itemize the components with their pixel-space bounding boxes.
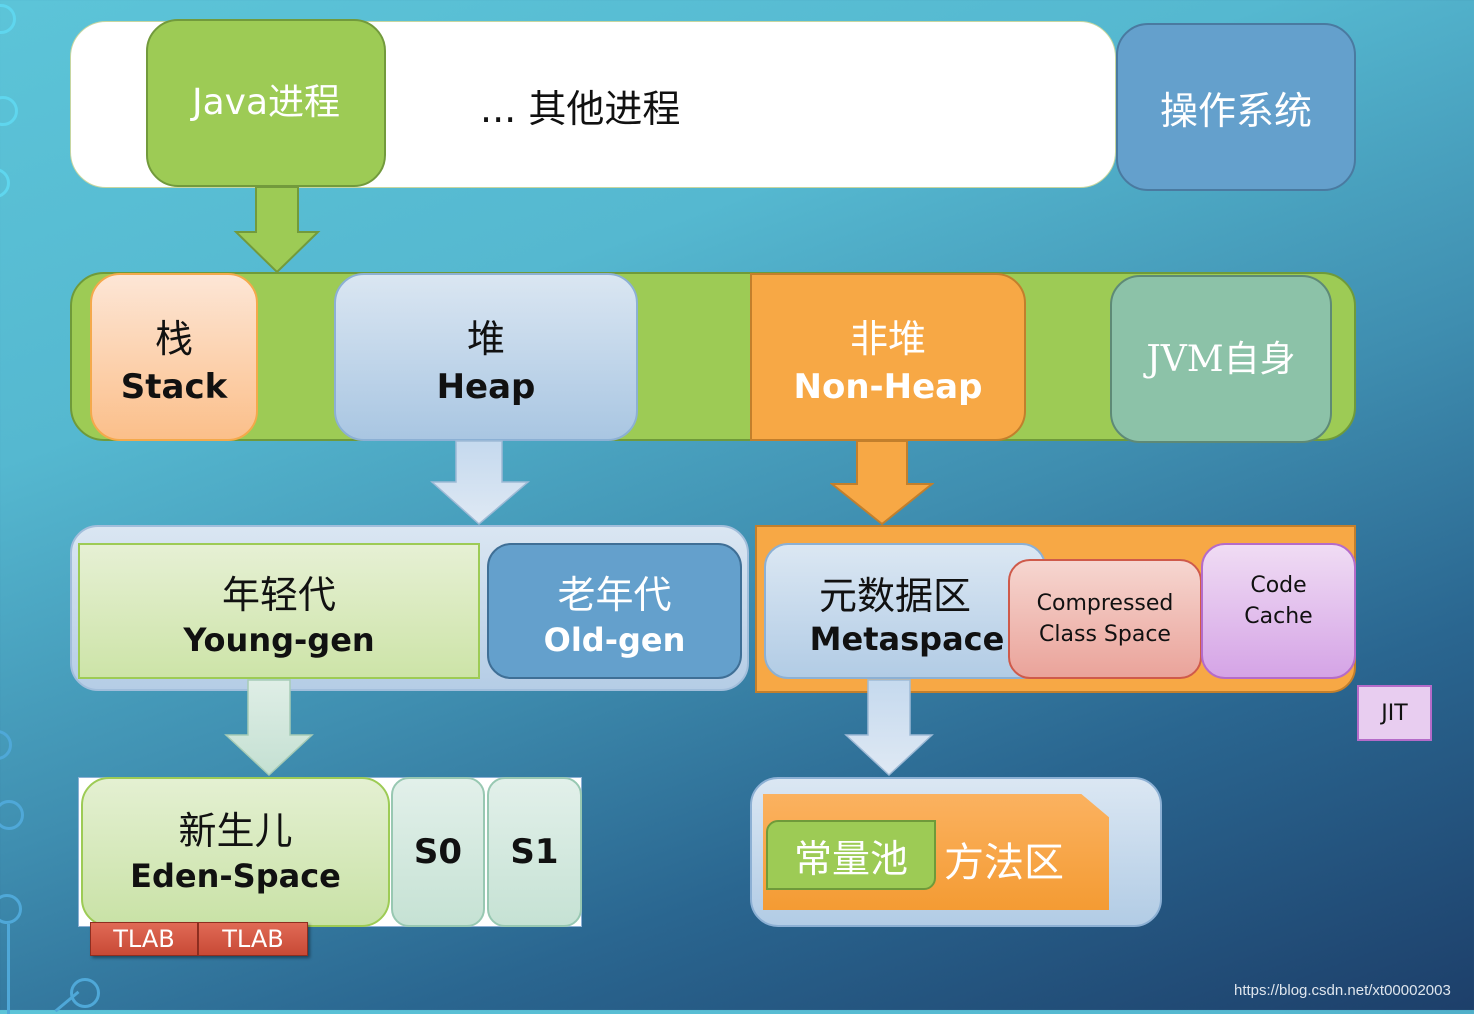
heap-box: 堆 Heap bbox=[334, 273, 638, 441]
old-gen-cn-label: 老年代 bbox=[557, 572, 672, 617]
code-cache-box: Code Cache bbox=[1201, 543, 1356, 679]
jit-label: JIT bbox=[1381, 700, 1408, 726]
nonheap-cn-label: 非堆 bbox=[849, 316, 926, 361]
nonheap-box: 非堆 Non-Heap bbox=[750, 273, 1026, 441]
ccs-line1-label: Compressed bbox=[1036, 591, 1174, 616]
stack-cn-label: 栈 bbox=[154, 316, 193, 361]
decor-circle bbox=[0, 894, 22, 924]
decor-circle bbox=[0, 800, 24, 830]
arrow-metaspace-to-method-area bbox=[844, 679, 934, 777]
tlab-box-2: TLAB bbox=[198, 922, 308, 956]
tlab-2-label: TLAB bbox=[222, 925, 284, 953]
tlab-1-label: TLAB bbox=[113, 925, 175, 953]
nonheap-en-label: Non-Heap bbox=[793, 366, 983, 407]
java-process-label: Java进程 bbox=[191, 82, 341, 123]
metaspace-en-label: Metaspace bbox=[809, 619, 1005, 658]
survivor-s0-box: S0 bbox=[391, 777, 485, 927]
jvm-self-box: JVM自身 bbox=[1110, 275, 1332, 443]
young-gen-en-label: Young-gen bbox=[183, 620, 375, 659]
compressed-class-space-box: Compressed Class Space bbox=[1008, 559, 1202, 679]
code-cache-line2-label: Cache bbox=[1244, 604, 1313, 629]
tlab-box-1: TLAB bbox=[90, 922, 198, 956]
old-gen-en-label: Old-gen bbox=[543, 620, 686, 659]
java-process-box: Java进程 bbox=[146, 19, 386, 187]
watermark: https://blog.csdn.net/xt00002003 bbox=[1234, 982, 1451, 999]
eden-en-label: Eden-Space bbox=[130, 856, 341, 895]
arrow-heap-to-generations bbox=[430, 440, 530, 525]
metaspace-cn-label: 元数据区 bbox=[818, 573, 971, 618]
stack-box: 栈 Stack bbox=[90, 273, 258, 441]
decor-line bbox=[7, 924, 10, 1014]
stack-en-label: Stack bbox=[120, 366, 228, 407]
jvm-self-label: JVM自身 bbox=[1146, 339, 1296, 380]
other-processes-label: ... 其他进程 bbox=[480, 87, 681, 131]
jit-box: JIT bbox=[1357, 685, 1432, 741]
decor-circle bbox=[0, 4, 16, 34]
s0-label: S0 bbox=[413, 832, 463, 872]
constant-pool-label: 常量池 bbox=[793, 836, 908, 881]
s1-label: S1 bbox=[510, 832, 559, 872]
code-cache-line1-label: Code bbox=[1250, 573, 1307, 598]
os-label: 操作系统 bbox=[1159, 88, 1312, 133]
eden-cn-label: 新生儿 bbox=[178, 808, 293, 853]
ccs-line2-label: Class Space bbox=[1039, 622, 1171, 647]
constant-pool-box: 常量池 bbox=[766, 820, 936, 890]
young-gen-box: 年轻代 Young-gen bbox=[78, 543, 480, 679]
arrow-java-to-jvm bbox=[233, 186, 321, 274]
decor-circle bbox=[0, 96, 18, 126]
heap-cn-label: 堆 bbox=[466, 316, 505, 361]
arrow-young-to-eden bbox=[224, 679, 314, 777]
young-gen-cn-label: 年轻代 bbox=[221, 572, 336, 617]
metaspace-box: 元数据区 Metaspace bbox=[764, 543, 1046, 679]
heap-en-label: Heap bbox=[436, 366, 536, 407]
arrow-nonheap-to-metaspace bbox=[830, 440, 934, 526]
eden-space-box: 新生儿 Eden-Space bbox=[81, 777, 390, 927]
os-box: 操作系统 bbox=[1116, 23, 1356, 191]
decor-circle bbox=[0, 168, 10, 198]
survivor-s1-box: S1 bbox=[487, 777, 582, 927]
method-area-label: 方法区 bbox=[944, 840, 1064, 886]
old-gen-box: 老年代 Old-gen bbox=[487, 543, 742, 679]
decor-circle bbox=[0, 730, 12, 760]
